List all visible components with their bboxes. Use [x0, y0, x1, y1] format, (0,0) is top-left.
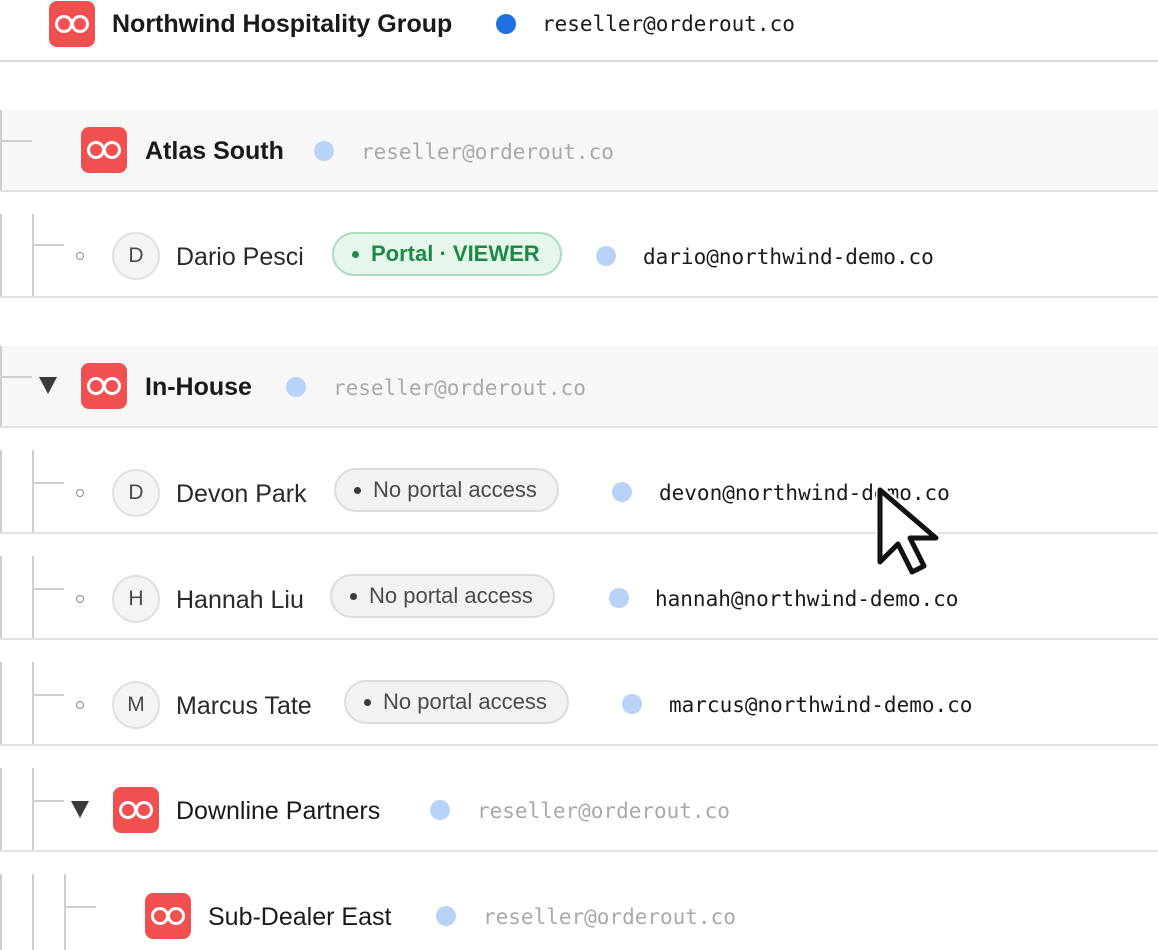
user-row-dario[interactable]: D Dario Pesci Portal · VIEWER dario@nort… [0, 214, 1158, 298]
user-email: hannah@northwind-demo.co [655, 587, 959, 611]
tree-line [32, 450, 34, 532]
tree-branch [34, 244, 64, 246]
tree-line [0, 768, 2, 850]
portal-viewer-badge: Portal · VIEWER [332, 232, 562, 276]
tree-line [0, 214, 2, 296]
tree-line [0, 556, 2, 638]
group-logo-icon [145, 893, 191, 939]
no-portal-badge: No portal access [330, 574, 555, 618]
tree-branch [34, 800, 64, 802]
no-portal-badge: No portal access [334, 468, 559, 512]
tree-line [32, 874, 34, 950]
user-name: Devon Park [176, 480, 307, 508]
user-row-marcus[interactable]: M Marcus Tate No portal access marcus@no… [0, 662, 1158, 746]
user-name: Dario Pesci [176, 243, 304, 271]
group-email: reseller@orderout.co [477, 799, 730, 823]
user-email: marcus@northwind-demo.co [669, 693, 973, 717]
status-dot-icon [314, 141, 334, 161]
group-email: reseller@orderout.co [333, 376, 586, 400]
tree-branch [2, 140, 32, 142]
avatar: H [112, 575, 160, 623]
tree-branch [34, 694, 64, 696]
group-logo-icon [113, 787, 159, 833]
tree-line [0, 346, 2, 426]
tree-branch [34, 588, 64, 590]
user-name: Hannah Liu [176, 586, 304, 614]
tree-branch [66, 906, 96, 908]
group-row-sub-dealer-east[interactable]: Sub-Dealer East reseller@orderout.co [0, 874, 1158, 950]
user-email: dario@northwind-demo.co [643, 245, 934, 269]
status-dot-icon [286, 377, 306, 397]
tree-line [32, 768, 34, 850]
tree-line [64, 874, 66, 950]
group-name: Downline Partners [176, 797, 381, 825]
tree-line [32, 662, 34, 744]
tree-line [0, 450, 2, 532]
status-dot-icon [436, 906, 456, 926]
group-row-in-house[interactable]: In-House reseller@orderout.co [0, 346, 1158, 428]
org-logo-icon [49, 1, 95, 47]
row-bullet-icon [76, 595, 84, 603]
tree-line [0, 110, 2, 190]
tree-line [32, 214, 34, 296]
tree-branch [2, 376, 32, 378]
avatar: D [112, 469, 160, 517]
caret-down-icon[interactable] [71, 801, 89, 818]
group-row-atlas-south[interactable]: Atlas South reseller@orderout.co [0, 110, 1158, 192]
avatar: M [112, 681, 160, 729]
org-row-top[interactable]: Northwind Hospitality Group reseller@ord… [0, 0, 1158, 62]
tree-branch [34, 482, 64, 484]
group-row-downline-partners[interactable]: Downline Partners reseller@orderout.co [0, 768, 1158, 852]
status-dot-icon [596, 246, 616, 266]
status-dot-icon [622, 694, 642, 714]
status-dot-icon [612, 482, 632, 502]
row-bullet-icon [76, 489, 84, 497]
group-logo-icon [81, 127, 127, 173]
tree-line [0, 662, 2, 744]
tree-line [0, 874, 2, 950]
status-dot-icon [609, 588, 629, 608]
group-name: In-House [145, 373, 252, 401]
org-email: reseller@orderout.co [542, 12, 795, 36]
group-email: reseller@orderout.co [483, 905, 736, 929]
org-name: Northwind Hospitality Group [112, 10, 453, 38]
group-email: reseller@orderout.co [361, 140, 614, 164]
group-name: Atlas South [145, 137, 284, 165]
user-row-hannah[interactable]: H Hannah Liu No portal access hannah@nor… [0, 556, 1158, 640]
user-name: Marcus Tate [176, 692, 312, 720]
no-portal-badge: No portal access [344, 680, 569, 724]
group-logo-icon [81, 363, 127, 409]
status-dot-icon [430, 800, 450, 820]
avatar: D [112, 232, 160, 280]
row-bullet-icon [76, 701, 84, 709]
mouse-pointer-icon [875, 485, 948, 583]
status-dot-icon [496, 14, 516, 34]
row-bullet-icon [76, 252, 84, 260]
tree-line [32, 556, 34, 638]
caret-down-icon[interactable] [39, 377, 57, 394]
group-name: Sub-Dealer East [208, 903, 392, 931]
user-row-devon[interactable]: D Devon Park No portal access devon@nort… [0, 450, 1158, 534]
